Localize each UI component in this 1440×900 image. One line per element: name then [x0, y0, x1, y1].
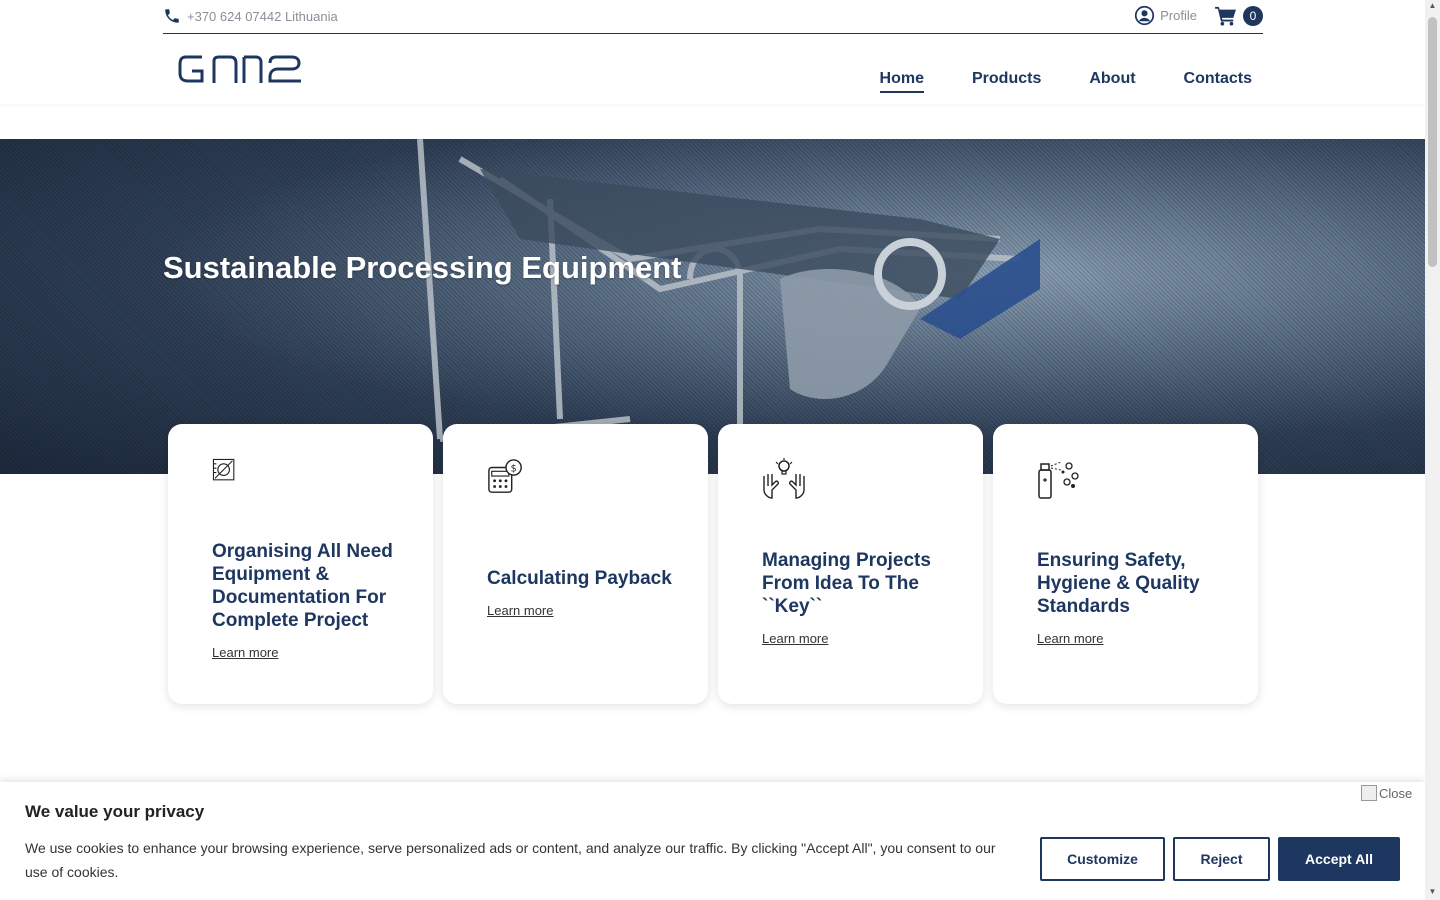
cookie-close-button[interactable]: Close [1361, 785, 1412, 801]
hero-title: Sustainable Processing Equipment [163, 250, 682, 285]
phone-icon [165, 9, 179, 23]
svg-text:$: $ [511, 463, 517, 474]
service-card: Organising All Need Equipment & Document… [168, 424, 433, 704]
card-title: Ensuring Safety, Hygiene & Quality Stand… [1037, 550, 1200, 617]
drawing-document-icon [212, 458, 235, 481]
cart-button[interactable]: 0 [1215, 5, 1263, 26]
close-label: Close [1379, 785, 1413, 801]
phone-contact[interactable]: +370 624 07442 Lithuania [163, 7, 338, 25]
reject-button[interactable]: Reject [1173, 837, 1270, 881]
main-nav: Home Products About Contacts [879, 70, 1252, 93]
card-title: Calculating Payback [487, 568, 672, 589]
profile-link[interactable]: Profile [1134, 5, 1197, 26]
hands-lightbulb-icon [763, 458, 805, 499]
top-bar: +370 624 07442 Lithuania Profile 0 [163, 0, 1263, 34]
nav-contacts[interactable]: Contacts [1184, 70, 1252, 93]
scrollbar-thumb[interactable] [1428, 17, 1437, 267]
gn2-logo[interactable] [178, 51, 304, 87]
learn-more-link[interactable]: Learn more [212, 645, 278, 660]
main-header: Home Products About Contacts [0, 34, 1425, 104]
card-title: Managing Projects From Idea To The ``Key… [762, 550, 931, 617]
learn-more-link[interactable]: Learn more [762, 631, 828, 646]
cart-count-badge: 0 [1243, 5, 1263, 26]
cookie-consent-banner: We value your privacy Close We use cooki… [0, 782, 1425, 900]
service-card: Ensuring Safety, Hygiene & Quality Stand… [993, 424, 1258, 704]
customize-button[interactable]: Customize [1040, 837, 1165, 881]
learn-more-link[interactable]: Learn more [1037, 631, 1103, 646]
scroll-down-arrow-icon[interactable]: ▼ [1428, 888, 1437, 896]
scroll-up-arrow-icon[interactable]: ▲ [1428, 2, 1437, 10]
service-card: Managing Projects From Idea To The ``Key… [718, 424, 983, 704]
shopping-cart-icon [1215, 6, 1236, 26]
phone-text: +370 624 07442 Lithuania [187, 8, 338, 24]
nav-about[interactable]: About [1089, 70, 1135, 93]
spray-bottle-icon [1038, 461, 1079, 499]
calculator-dollar-icon: $ [488, 459, 522, 493]
cookie-text: We use cookies to enhance your browsing … [25, 840, 996, 880]
nav-home[interactable]: Home [879, 70, 924, 93]
page-scrollbar[interactable]: ▲ ▼ [1425, 0, 1440, 900]
profile-label: Profile [1160, 8, 1197, 23]
accept-all-button[interactable]: Accept All [1278, 837, 1400, 881]
nav-products[interactable]: Products [972, 70, 1041, 93]
service-card: $ Calculating Payback Learn more [443, 424, 708, 704]
user-circle-icon [1135, 5, 1155, 26]
card-title: Organising All Need Equipment & Document… [212, 541, 393, 631]
cookie-title: We value your privacy [25, 802, 205, 821]
learn-more-link[interactable]: Learn more [487, 603, 553, 618]
close-icon [1361, 785, 1377, 801]
service-cards: Organising All Need Equipment & Document… [168, 424, 1258, 704]
